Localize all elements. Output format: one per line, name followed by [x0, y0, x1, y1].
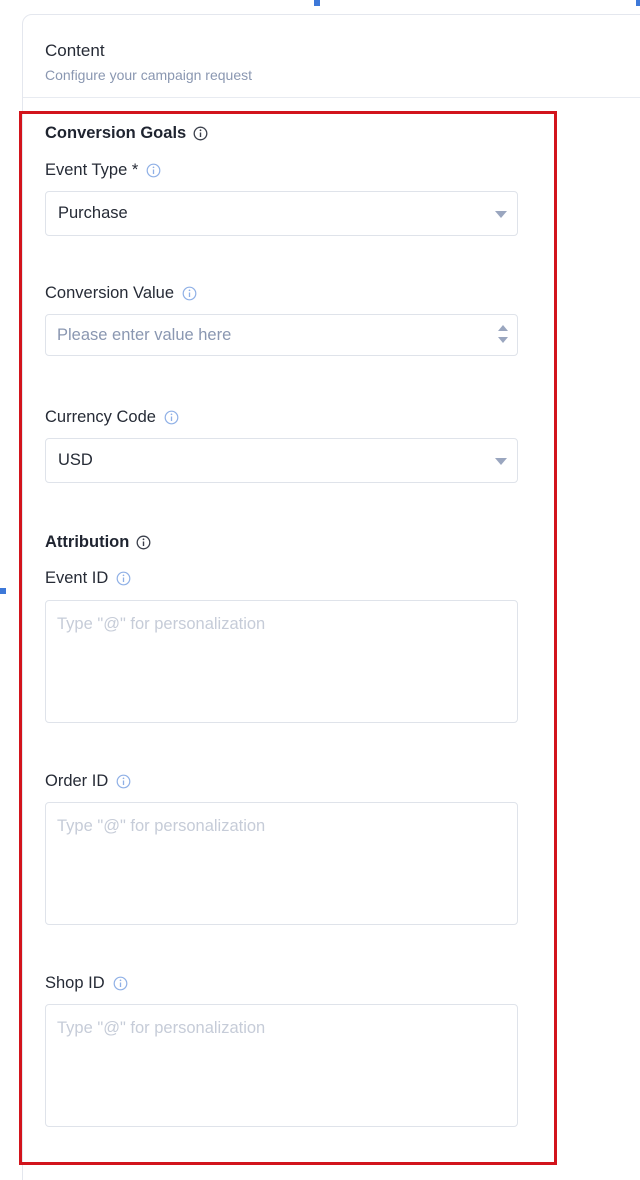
currency-code-select[interactable]: USD [45, 438, 518, 483]
event-type-label-text: Event Type * [45, 161, 139, 179]
attribution-title-text: Attribution [45, 533, 130, 551]
stepper-arrows-icon[interactable] [497, 324, 509, 346]
event-id-label-text: Event ID [45, 569, 109, 587]
info-circle-icon[interactable] [116, 571, 131, 586]
caret-down-icon[interactable] [495, 458, 507, 465]
resize-handle-right-top[interactable] [636, 0, 640, 6]
currency-code-label-text: Currency Code [45, 408, 156, 426]
info-circle-icon[interactable] [193, 126, 208, 141]
conversion-goals-title: Conversion Goals [45, 124, 208, 143]
info-circle-icon[interactable] [136, 535, 151, 550]
order-id-textarea[interactable] [46, 803, 517, 924]
order-id-label-text: Order ID [45, 772, 109, 790]
stepper-down-icon[interactable] [498, 337, 508, 343]
stepper-up-icon[interactable] [498, 325, 508, 331]
currency-code-selected-value: USD [58, 451, 93, 469]
currency-code-label: Currency Code [45, 408, 179, 427]
panel-subtitle: Configure your campaign request [45, 67, 253, 83]
shop-id-textarea[interactable] [46, 1005, 517, 1126]
conversion-value-field[interactable] [45, 314, 518, 356]
event-type-selected-value: Purchase [58, 204, 128, 222]
canvas: Content Configure your campaign request … [0, 0, 640, 1180]
shop-id-label-text: Shop ID [45, 974, 105, 992]
info-circle-icon[interactable] [113, 976, 128, 991]
conversion-goals-title-text: Conversion Goals [45, 124, 187, 142]
panel-title: Content [45, 41, 105, 60]
info-circle-icon[interactable] [164, 410, 179, 425]
event-type-label: Event Type * [45, 161, 161, 180]
order-id-field[interactable] [45, 802, 518, 925]
panel-header: Content Configure your campaign request [23, 15, 640, 98]
resize-handle-left[interactable] [0, 588, 6, 594]
info-circle-icon[interactable] [146, 163, 161, 178]
event-type-select[interactable]: Purchase [45, 191, 518, 236]
conversion-value-input[interactable] [46, 315, 486, 355]
caret-down-icon[interactable] [495, 211, 507, 218]
conversion-value-label-text: Conversion Value [45, 284, 175, 302]
event-id-textarea[interactable] [46, 601, 517, 722]
info-circle-icon[interactable] [116, 774, 131, 789]
order-id-label: Order ID [45, 772, 131, 791]
event-id-label: Event ID [45, 569, 131, 588]
attribution-title: Attribution [45, 533, 151, 552]
resize-handle-top[interactable] [314, 0, 320, 6]
conversion-value-label: Conversion Value [45, 284, 197, 303]
shop-id-field[interactable] [45, 1004, 518, 1127]
event-id-field[interactable] [45, 600, 518, 723]
shop-id-label: Shop ID [45, 974, 128, 993]
info-circle-icon[interactable] [182, 286, 197, 301]
